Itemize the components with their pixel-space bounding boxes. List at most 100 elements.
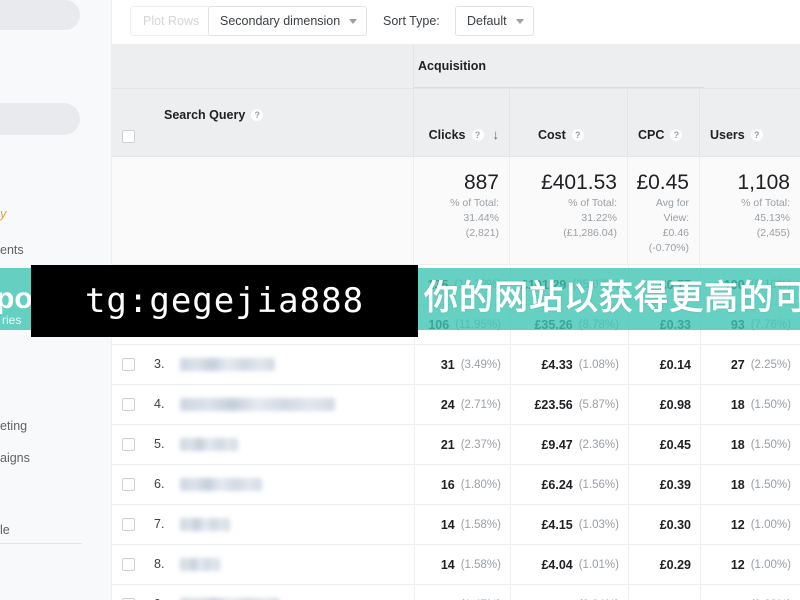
row-checkbox[interactable] (122, 478, 135, 491)
cell-cpc: £0.98 (628, 385, 700, 425)
sidebar-item-label-0[interactable]: y (0, 206, 7, 221)
cell-value: £4.04 (541, 558, 573, 572)
summary-cell-dimension (112, 156, 414, 264)
table-row[interactable]: 4. 24 (2.71%) £23.56 (5.87%) £0.98 18 (1.50%) (112, 384, 800, 425)
table-row[interactable]: 3. 31 (3.49%) £4.33 (1.08%) £0.14 27 (2.25%) (112, 344, 800, 385)
column-header-users[interactable]: Users ? (700, 88, 800, 156)
row-checkbox[interactable] (122, 398, 135, 411)
cell-cpc: £0.39 (628, 465, 700, 505)
column-header-cost[interactable]: Cost ? (510, 88, 628, 156)
row-query-redacted[interactable] (180, 358, 275, 371)
summary-value: £401.53 (541, 171, 617, 194)
cell-users: 18 (1.50%) (700, 385, 800, 425)
cell-clicks: 31 (3.49%) (414, 345, 510, 385)
cell-users: 27 (2.25%) (700, 345, 800, 385)
summary-cell-cost: £401.53 % of Total: 31.22% (£1,286.04) (510, 156, 628, 264)
sort-descending-icon[interactable]: ↓ (493, 127, 500, 142)
cell-percent: (1.00%) (750, 559, 791, 571)
column-header-clicks[interactable]: Clicks ? ↓ (414, 88, 510, 156)
cell-cost: £23.56 (5.87%) (510, 385, 628, 425)
cell-percent: (3.49%) (460, 359, 501, 371)
table-row[interactable]: 6. 16 (1.80%) £6.24 (1.56%) £0.39 18 (1.50%) (112, 464, 800, 505)
cell-value: £0.45 (659, 438, 691, 452)
sidebar-item-label-3[interactable]: aigns (0, 451, 30, 465)
watermark-chinese-text: 你的网站以获得更高的可 (424, 279, 800, 317)
cell-cpc: £0.30 (628, 505, 700, 545)
cell-percent: (1.08%) (578, 359, 619, 371)
table-row[interactable]: 9.13(1.47%)£3.76(0.94%)£0.2910(0.83%) (112, 584, 800, 600)
cell-cpc: £0.29 (628, 545, 700, 585)
cell-value: 12 (730, 518, 745, 532)
cell-value: 21 (440, 438, 455, 452)
row-query-redacted[interactable] (180, 518, 230, 531)
cell-percent: (1.50%) (750, 399, 791, 411)
row-index: 7. (154, 517, 165, 531)
cell-users: 10(0.83%) (700, 585, 800, 600)
summary-value: 1,108 (737, 171, 790, 194)
column-header-search-query[interactable]: Search Query ? (112, 88, 414, 156)
cell-cost: £9.47 (2.36%) (510, 425, 628, 465)
cell-value: £4.33 (541, 358, 573, 372)
sort-type-select[interactable]: Default (455, 6, 534, 36)
cell-value: £0.30 (659, 518, 691, 532)
row-checkbox[interactable] (122, 518, 135, 531)
row-query-redacted[interactable] (180, 398, 335, 411)
summary-value: £0.45 (636, 171, 689, 194)
cell-value: £0.98 (659, 398, 691, 412)
cell-cost: £3.76(0.94%) (510, 585, 628, 600)
row-index: 6. (154, 477, 165, 491)
cell-value: 16 (440, 478, 455, 492)
cell-value: £23.56 (534, 398, 573, 412)
cell-users: 18 (1.50%) (700, 425, 800, 465)
help-icon[interactable]: ? (251, 109, 264, 121)
help-icon[interactable]: ? (670, 129, 683, 141)
summary-subline: (2,455) (756, 227, 790, 239)
cell-cost: £4.04 (1.01%) (510, 545, 628, 585)
sidebar-item-label-4[interactable]: le (0, 523, 10, 537)
summary-subline: (-0.70%) (648, 242, 689, 254)
cell-cost: £4.15 (1.03%) (510, 505, 628, 545)
sidebar-item-label-1[interactable]: ents (0, 243, 24, 257)
cell-cost: £4.33 (1.08%) (510, 345, 628, 385)
help-icon[interactable]: ? (750, 129, 763, 141)
sidebar-placeholder-pill-1 (0, 0, 80, 30)
cell-cost: £6.24 (1.56%) (510, 465, 628, 505)
row-checkbox[interactable] (122, 558, 135, 571)
column-header-cpc[interactable]: CPC ? (628, 88, 700, 156)
row-checkbox[interactable] (122, 438, 135, 451)
select-all-checkbox[interactable] (122, 130, 135, 143)
summary-subline: % of Total: (741, 197, 790, 209)
secondary-dimension-label: Secondary dimension (220, 14, 341, 28)
row-query-redacted[interactable] (180, 558, 220, 571)
help-icon[interactable]: ? (471, 128, 484, 141)
table-row[interactable]: 7. 14 (1.58%) £4.15 (1.03%) £0.30 12 (1.00%) (112, 504, 800, 545)
row-index: 4. (154, 397, 165, 411)
cell-value: 18 (730, 438, 745, 452)
row-index: 8. (154, 557, 165, 571)
cell-percent: (1.58%) (460, 559, 501, 571)
summary-cell-users: 1,108 % of Total: 45.13% (2,455) (700, 156, 800, 264)
row-query-redacted[interactable] (180, 478, 262, 491)
cell-clicks: 24 (2.71%) (414, 385, 510, 425)
plot-rows-button[interactable]: Plot Rows (130, 6, 213, 36)
cell-percent: (1.50%) (750, 479, 791, 491)
table-row[interactable]: 5. 21 (2.37%) £9.47 (2.36%) £0.45 18 (1.50%) (112, 424, 800, 465)
secondary-dimension-select[interactable]: Secondary dimension (208, 6, 368, 36)
cell-percent: (1.01%) (578, 559, 619, 571)
row-query-redacted[interactable] (180, 438, 238, 451)
cell-users: 12 (1.00%) (700, 505, 800, 545)
cell-percent: (2.25%) (750, 359, 791, 371)
help-icon[interactable]: ? (571, 129, 584, 141)
cell-value: 18 (730, 398, 745, 412)
summary-cell-cpc: £0.45 Avg for View: £0.46 (-0.70%) (628, 156, 700, 264)
summary-cell-clicks: 887 % of Total: 31.44% (2,821) (414, 156, 510, 264)
row-checkbox[interactable] (122, 358, 135, 371)
cell-value: £4.15 (541, 518, 573, 532)
table-row[interactable]: 8. 14 (1.58%) £4.04 (1.01%) £0.29 12 (1.00%) (112, 544, 800, 585)
column-header-label: Users (710, 128, 745, 142)
column-header-label: Search Query (164, 108, 246, 122)
sidebar-placeholder-pill-2 (0, 103, 80, 135)
sidebar-item-label-2[interactable]: eting (0, 419, 27, 433)
cell-percent: (1.80%) (460, 479, 501, 491)
cell-percent: (1.56%) (578, 479, 619, 491)
